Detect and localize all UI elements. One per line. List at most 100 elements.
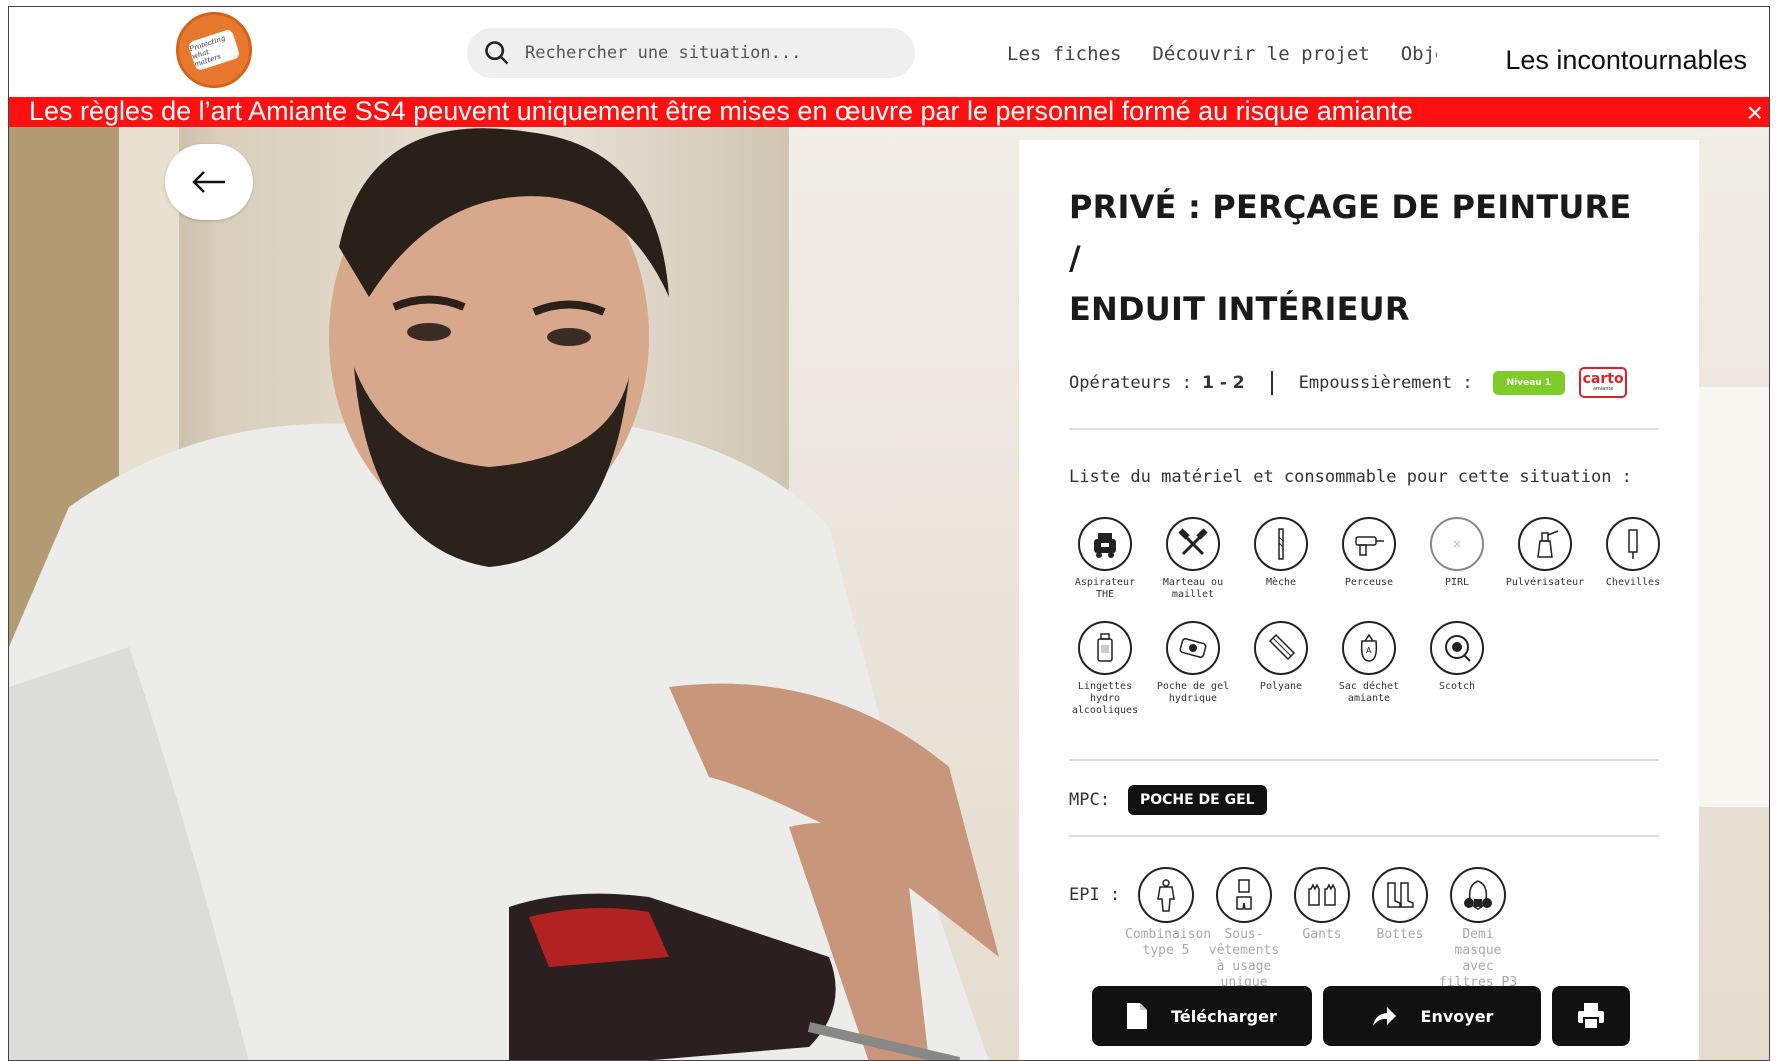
material-label: Aspirateur THE (1074, 577, 1136, 600)
material-label: Poche de gel hydrique (1156, 681, 1230, 704)
situation-panel: PRIVÉ : PERÇAGE DE PEINTURE / ENDUIT INT… (1019, 140, 1699, 1060)
file-icon (1127, 1003, 1148, 1029)
warning-banner: Les règles de l’art Amiante SS4 peuvent … (9, 97, 1769, 127)
material-label: Marteau ou maillet (1162, 577, 1224, 600)
material-label: Lingettes hydro alcooliques (1071, 681, 1139, 716)
material-label: Mèche (1265, 577, 1297, 588)
anchor-icon (1628, 529, 1638, 559)
tape-icon (1445, 635, 1471, 662)
material-item: Marteau ou maillet (1149, 517, 1237, 601)
material-item: Perceuse (1325, 517, 1413, 601)
header: Protecting what matters Les fiches Décou… (9, 7, 1769, 97)
divider (1069, 428, 1659, 430)
epi-item: Demi masque avec filtres P3 (1439, 867, 1517, 991)
material-label: Pulvérisateur (1505, 577, 1585, 588)
gel-pouch-icon (1179, 638, 1207, 658)
action-bar: Télécharger Envoyer (1092, 986, 1641, 1046)
epi-item-label: Gants (1302, 927, 1342, 942)
epi-item: Combinaison type 5 (1125, 867, 1212, 991)
svg-text:A: A (1366, 646, 1372, 655)
vacuum-icon (1094, 533, 1116, 558)
search-bar[interactable] (467, 28, 915, 78)
carto-text: carto (1582, 371, 1624, 387)
situation-meta: Opérateurs : 1 - 2 Empoussièrement : Niv… (1069, 367, 1649, 398)
drill-bit-icon (1278, 528, 1284, 560)
nav-incontournables[interactable]: Les incontournables (1437, 25, 1747, 95)
materials-grid: Aspirateur THE Marteau ou maillet Mèche … (1061, 517, 1681, 717)
banner-text: Les règles de l’art Amiante SS4 peuvent … (29, 96, 1413, 126)
material-item: Polyane (1237, 621, 1325, 717)
material-item: Chevilles (1589, 517, 1677, 601)
material-item: A Sac déchet amiante (1325, 621, 1413, 717)
nav-decouvrir-projet[interactable]: Découvrir le projet (1152, 43, 1369, 65)
search-input[interactable] (525, 43, 885, 63)
download-button[interactable]: Télécharger (1092, 986, 1312, 1046)
coverall-icon (1157, 879, 1175, 912)
mpc-badge: POCHE DE GEL (1127, 785, 1267, 815)
nav-les-fiches[interactable]: Les fiches (1007, 43, 1121, 65)
page-title: PRIVÉ : PERÇAGE DE PEINTURE / ENDUIT INT… (1069, 182, 1649, 335)
close-icon[interactable]: × (1747, 99, 1763, 127)
epi-item: Sous-vêtements à usage unique (1205, 867, 1283, 991)
material-item: PIRL (1413, 517, 1501, 601)
material-label: Perceuse (1344, 577, 1394, 588)
gloves-icon (1308, 883, 1336, 906)
epi-label: EPI : (1069, 885, 1121, 905)
title-line-2: ENDUIT INTÉRIEUR (1069, 290, 1410, 328)
carto-amiante-badge[interactable]: carto amiante (1579, 367, 1628, 398)
boots-icon (1387, 882, 1414, 908)
meta-separator (1270, 370, 1273, 395)
epi-row: EPI : Combinaison type 5 Sous-vêtements … (1069, 867, 1649, 991)
mpc-row: MPC: POCHE DE GEL (1069, 785, 1649, 815)
dust-label: Empoussièrement : (1298, 372, 1473, 393)
polyane-icon (1268, 633, 1296, 661)
level-badge: Niveau 1 (1492, 370, 1566, 395)
wipes-icon (1097, 633, 1113, 662)
material-item: Lingettes hydro alcooliques (1061, 621, 1149, 717)
epi-item-label: Demi masque avec filtres P3 (1438, 927, 1518, 990)
materials-title: Liste du matériel et consommable pour ce… (1069, 467, 1632, 487)
epi-item: Bottes (1361, 867, 1439, 991)
mpc-label: MPC: (1069, 790, 1110, 810)
search-icon (485, 41, 509, 65)
operators-value: 1 - 2 (1202, 372, 1245, 393)
epi-item: Gants (1283, 867, 1361, 991)
divider (1069, 759, 1659, 761)
logo-text: Protecting what matters (187, 28, 241, 72)
operators-label: Opérateurs : (1069, 372, 1192, 393)
send-label: Envoyer (1420, 1006, 1494, 1026)
ladder-icon (1453, 540, 1461, 548)
back-button[interactable] (165, 144, 253, 220)
download-label: Télécharger (1171, 1006, 1277, 1026)
waste-bag-icon: A (1360, 633, 1378, 662)
material-item: Scotch (1413, 621, 1501, 717)
mask-icon (1464, 880, 1492, 910)
material-label: Sac déchet amiante (1338, 681, 1400, 704)
logo[interactable]: Protecting what matters (176, 12, 252, 88)
material-label: Scotch (1438, 681, 1476, 692)
material-item: Aspirateur THE (1061, 517, 1149, 601)
material-item: Mèche (1237, 517, 1325, 601)
send-button[interactable]: Envoyer (1323, 986, 1541, 1046)
print-button[interactable] (1552, 986, 1630, 1046)
hammer-icon (1178, 528, 1208, 556)
epi-list: Combinaison type 5 Sous-vêtements à usag… (1125, 867, 1517, 991)
underwear-icon (1236, 879, 1252, 910)
drill-icon (1355, 536, 1384, 556)
sprayer-icon (1537, 530, 1559, 558)
divider (1069, 835, 1659, 837)
title-line-1: PRIVÉ : PERÇAGE DE PEINTURE / (1069, 188, 1632, 277)
share-arrow-icon (1372, 1007, 1396, 1026)
arrow-left-icon (192, 171, 225, 193)
epi-item-label: Combinaison type 5 (1125, 927, 1212, 958)
material-label: Chevilles (1605, 577, 1661, 588)
material-item: Pulvérisateur (1501, 517, 1589, 601)
carto-subtext: amiante (1592, 386, 1614, 392)
material-item: Poche de gel hydrique (1149, 621, 1237, 717)
material-label: PIRL (1444, 577, 1470, 588)
epi-item-label: Sous-vêtements à usage unique (1208, 927, 1280, 990)
printer-icon (1578, 1003, 1604, 1030)
material-label: Polyane (1259, 681, 1303, 692)
epi-item-label: Bottes (1376, 927, 1424, 942)
page: Protecting what matters Les fiches Décou… (8, 6, 1770, 1061)
